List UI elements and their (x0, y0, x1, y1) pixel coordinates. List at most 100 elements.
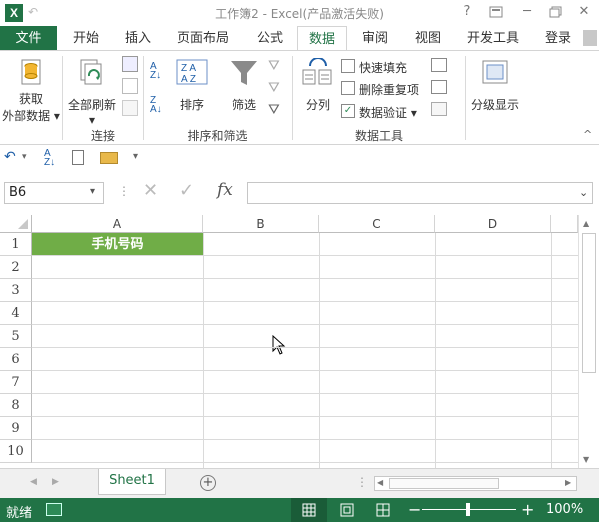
tab-view[interactable]: 视图 (408, 26, 448, 51)
account-avatar-icon[interactable] (583, 30, 597, 46)
vertical-scroll-thumb[interactable] (582, 233, 596, 373)
tab-insert[interactable]: 插入 (118, 26, 158, 51)
edit-links-icon[interactable] (122, 100, 138, 116)
clear-filter-icon[interactable]: ⛛ (268, 58, 284, 74)
expand-formula-bar-icon[interactable]: ⌄ (579, 186, 588, 199)
page-layout-view-button[interactable] (334, 498, 360, 522)
cell-a1[interactable]: 手机号码 (32, 233, 203, 256)
filter-button[interactable]: 筛选 (224, 56, 264, 126)
select-all-corner[interactable] (0, 215, 32, 233)
quick-access-toolbar: ↶ ▾ A Z↓ ▾ (0, 145, 599, 172)
tab-review[interactable]: 审阅 (355, 26, 395, 51)
normal-view-button[interactable] (291, 498, 327, 522)
column-header-c[interactable]: C (319, 215, 435, 233)
tab-data[interactable]: 数据 (297, 26, 347, 51)
drag-handle-icon[interactable]: ⋮ (118, 184, 130, 198)
row-header-7[interactable]: 7 (0, 371, 32, 394)
scroll-left-icon[interactable]: ◀ (377, 478, 383, 487)
text-to-columns-button[interactable]: 分列 (298, 56, 338, 126)
tab-developer[interactable]: 开发工具 (460, 26, 526, 51)
get-external-data-label-1: 获取 (18, 92, 43, 106)
connections-icon[interactable] (122, 56, 138, 72)
collapse-ribbon-icon[interactable]: ^ (583, 128, 592, 141)
undo-icon[interactable]: ↶ (4, 149, 16, 165)
tab-page-layout[interactable]: 页面布局 (170, 26, 236, 51)
sort-az-icon[interactable]: A Z↓ (44, 149, 55, 168)
title-bar: X ↶ 工作簿2 - Excel(产品激活失败) ? ─ ✕ (0, 0, 599, 26)
properties-icon[interactable] (122, 78, 138, 94)
outline-button[interactable]: 分级显示 (468, 56, 522, 126)
prev-sheet-icon[interactable]: ◀ (30, 477, 37, 487)
insert-function-button[interactable]: fx (217, 180, 233, 200)
sheet-tab-sheet1[interactable]: Sheet1 (98, 469, 166, 495)
next-sheet-icon[interactable]: ▶ (52, 477, 59, 487)
help-button[interactable]: ? (457, 3, 477, 21)
scroll-up-icon[interactable]: ▲ (583, 219, 589, 228)
row-header-10[interactable]: 10 (0, 440, 32, 463)
minimize-button[interactable]: ─ (517, 3, 537, 21)
funnel-icon (231, 61, 257, 85)
scroll-right-icon[interactable]: ▶ (565, 478, 571, 487)
restore-button[interactable] (546, 3, 566, 21)
row-header-8[interactable]: 8 (0, 394, 32, 417)
zoom-in-button[interactable]: + (521, 500, 534, 519)
name-box[interactable]: B6 (4, 182, 104, 204)
confirm-entry-icon[interactable]: ✓ (179, 180, 194, 201)
gridline (32, 324, 578, 325)
tab-home[interactable]: 开始 (66, 26, 106, 51)
relationships-icon[interactable] (431, 102, 447, 116)
add-sheet-button[interactable]: + (200, 475, 216, 491)
worksheet-grid[interactable]: A B C D 手机号码 1 2 3 4 5 6 7 8 9 10 (0, 215, 578, 468)
svg-text:Z A: Z A (181, 63, 196, 74)
sign-in-link[interactable]: 登录 (538, 26, 578, 51)
advanced-filter-icon[interactable]: ⛛ (268, 102, 284, 118)
row-header-3[interactable]: 3 (0, 279, 32, 302)
text-to-columns-label: 分列 (305, 98, 330, 112)
sort-ascending-icon[interactable]: A Z↓ (150, 62, 170, 81)
column-header-d[interactable]: D (435, 215, 551, 233)
row-header-6[interactable]: 6 (0, 348, 32, 371)
sort-filter-group-label: 排序和筛选 (187, 129, 248, 143)
customize-qat-icon[interactable]: ▾ (133, 151, 138, 162)
row-header-4[interactable]: 4 (0, 302, 32, 325)
cancel-entry-icon[interactable]: ✕ (143, 180, 158, 201)
new-file-icon[interactable] (72, 150, 84, 165)
flash-fill-button[interactable]: 快速填充 (341, 58, 421, 76)
zoom-slider-thumb[interactable] (466, 503, 470, 516)
row-header-9[interactable]: 9 (0, 417, 32, 440)
column-header-b[interactable]: B (203, 215, 319, 233)
macro-record-icon[interactable] (46, 503, 62, 516)
ribbon-display-options-icon[interactable] (486, 3, 506, 21)
row-header-5[interactable]: 5 (0, 325, 32, 348)
column-header-a[interactable]: A (32, 215, 203, 233)
remove-duplicates-button[interactable]: 删除重复项 (341, 80, 429, 98)
consolidate-icon[interactable] (431, 58, 447, 72)
open-folder-icon[interactable] (100, 152, 118, 164)
column-header-e[interactable] (551, 215, 578, 233)
tab-file[interactable]: 文件 (0, 26, 57, 51)
scroll-down-icon[interactable]: ▼ (583, 455, 589, 464)
page-break-view-button[interactable] (370, 498, 396, 522)
horizontal-scroll-thumb[interactable] (389, 478, 499, 489)
reapply-filter-icon[interactable]: ⛛ (268, 80, 284, 96)
tab-formulas[interactable]: 公式 (250, 26, 290, 51)
sort-button[interactable]: Z A A Z 排序 (172, 56, 212, 126)
undo-dropdown-icon[interactable]: ▾ (22, 152, 27, 162)
row-header-1[interactable]: 1 (0, 233, 32, 256)
zoom-out-button[interactable]: − (408, 500, 421, 519)
refresh-all-button[interactable]: 全部刷新 ▾ (64, 56, 120, 127)
zoom-level[interactable]: 100% (546, 502, 583, 517)
get-external-data-button[interactable]: 获取 外部数据 ▾ (2, 56, 60, 126)
formula-input[interactable] (247, 182, 593, 204)
horizontal-scrollbar[interactable]: ◀ ▶ (374, 476, 577, 491)
sort-descending-icon[interactable]: Z A↓ (150, 96, 170, 115)
gridline (32, 462, 578, 463)
row-header-2[interactable]: 2 (0, 256, 32, 279)
vertical-scrollbar[interactable]: ▲ ▼ (578, 215, 599, 468)
gridline (32, 301, 578, 302)
what-if-analysis-icon[interactable] (431, 80, 447, 94)
close-button[interactable]: ✕ (574, 3, 594, 21)
name-box-dropdown-icon[interactable]: ▾ (90, 186, 95, 197)
tab-split-handle-icon[interactable]: ⋮ (356, 475, 368, 489)
data-validation-button[interactable]: ✓ 数据验证 ▾ (341, 103, 429, 121)
